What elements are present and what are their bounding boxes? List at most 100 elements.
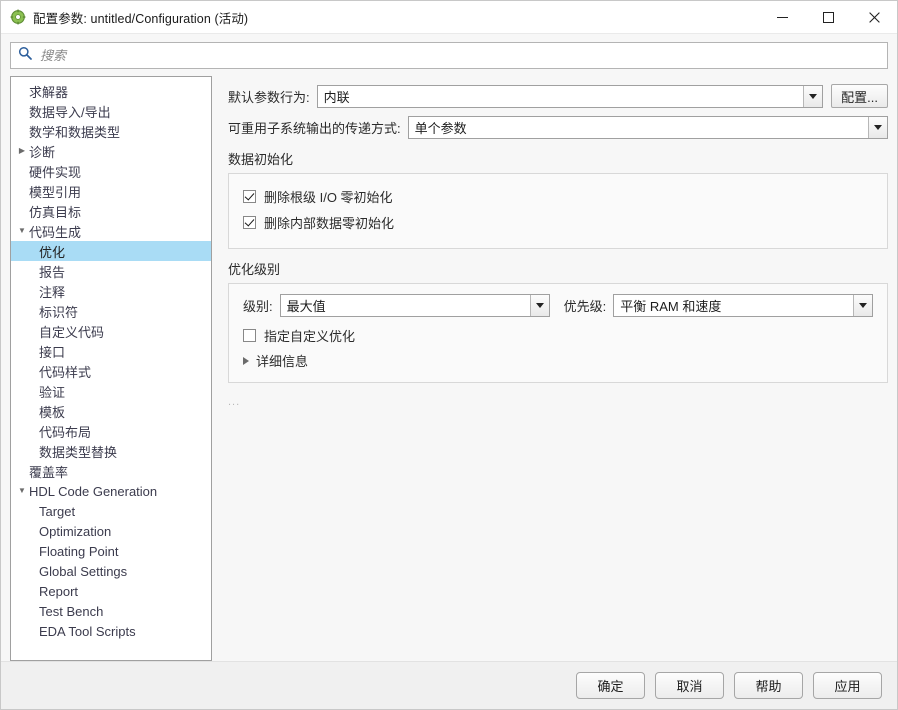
help-button[interactable]: 帮助 — [734, 672, 803, 699]
sidebar-item-label: 数据类型替换 — [39, 444, 118, 460]
sidebar-item[interactable]: 数据导入/导出 — [11, 101, 211, 121]
details-disclosure[interactable]: 详细信息 — [243, 351, 873, 370]
sidebar-item[interactable]: 模型引用 — [11, 181, 211, 201]
remove-root-io-zero-init-row[interactable]: 删除根级 I/O 零初始化 — [243, 184, 873, 208]
sidebar-item[interactable]: 优化 — [11, 241, 211, 261]
remove-internal-data-zero-init-row[interactable]: 删除内部数据零初始化 — [243, 210, 873, 234]
specify-custom-optimizations-label: 指定自定义优化 — [264, 328, 356, 344]
default-parameter-behavior-value: 内联 — [323, 89, 350, 105]
cancel-button[interactable]: 取消 — [655, 672, 724, 699]
chevron-down-icon[interactable] — [853, 295, 872, 316]
priority-select[interactable]: 平衡 RAM 和速度 — [613, 294, 873, 317]
sidebar-item[interactable]: 代码样式 — [11, 361, 211, 381]
search-box[interactable] — [10, 42, 888, 69]
optimization-level-group-title: 优化级别 — [228, 262, 281, 277]
sidebar-item-label: Report — [39, 583, 79, 599]
ok-button[interactable]: 确定 — [576, 672, 645, 699]
remove-root-io-zero-init-checkbox[interactable] — [243, 189, 256, 203]
chevron-down-icon[interactable] — [868, 117, 887, 138]
sidebar-item[interactable]: Target — [11, 501, 211, 521]
default-parameter-behavior-label: 默认参数行为: — [228, 89, 310, 105]
sidebar-item[interactable]: 自定义代码 — [11, 321, 211, 341]
sidebar-item-label: 报告 — [39, 264, 66, 280]
sidebar-item-label: 覆盖率 — [29, 464, 69, 480]
title-bar: 配置参数: untitled/Configuration (活动) — [1, 1, 897, 34]
search-row — [1, 34, 897, 76]
specify-custom-optimizations-checkbox[interactable] — [243, 328, 256, 342]
sidebar-item-label: Target — [39, 503, 76, 519]
sidebar-item[interactable]: 验证 — [11, 381, 211, 401]
data-initialization-group-title: 数据初始化 — [228, 152, 294, 167]
sidebar-item[interactable]: EDA Tool Scripts — [11, 621, 211, 641]
priority-label: 优先级: — [563, 299, 607, 314]
chevron-down-icon[interactable] — [529, 295, 549, 316]
chevron-right-icon — [243, 356, 249, 365]
sidebar-item[interactable]: 模板 — [11, 401, 211, 421]
sidebar-item-label: 标识符 — [39, 304, 79, 320]
chevron-right-icon[interactable]: ▶ — [15, 147, 29, 155]
sidebar-item-label: EDA Tool Scripts — [39, 623, 136, 639]
sidebar-item[interactable]: 数学和数据类型 — [11, 121, 211, 141]
sidebar-item-label: 数据导入/导出 — [29, 104, 111, 120]
sidebar-item[interactable]: Report — [11, 581, 211, 601]
window-title: 配置参数: untitled/Configuration (活动) — [33, 11, 249, 26]
default-parameter-behavior-select[interactable]: 内联 — [316, 84, 824, 108]
level-value: 最大值 — [286, 299, 326, 314]
sidebar-item[interactable]: Optimization — [11, 521, 211, 541]
sidebar-item[interactable]: 求解器 — [11, 81, 211, 101]
settings-tree[interactable]: 求解器 数据导入/导出 数学和数据类型 ▶ 诊断 硬件实现 模型引用 仿真目标 ▼ 代码生成 优化报… — [10, 76, 212, 661]
sidebar-item-label: 优化 — [39, 244, 66, 260]
sidebar-item-label: 验证 — [39, 384, 66, 400]
sidebar-item-label: 诊断 — [29, 144, 56, 160]
sidebar-item-label: 注释 — [39, 284, 66, 300]
sidebar-item[interactable]: 数据类型替换 — [11, 441, 211, 461]
sidebar-item[interactable]: 硬件实现 — [11, 161, 211, 181]
level-priority-row: 级别: 最大值 优先级: 平衡 RAM 和速度 — [243, 294, 873, 317]
close-button[interactable] — [851, 1, 897, 34]
apply-button[interactable]: 应用 — [813, 672, 882, 699]
sidebar-item[interactable]: ▶ 诊断 — [11, 141, 211, 161]
sidebar-item-label: 硬件实现 — [29, 164, 82, 180]
sidebar-item[interactable]: Global Settings — [11, 561, 211, 581]
sidebar-item[interactable]: Floating Point — [11, 541, 211, 561]
maximize-button[interactable] — [805, 1, 851, 34]
sidebar-item[interactable]: ▼ 代码生成 — [11, 221, 211, 241]
sidebar-item-label: 仿真目标 — [29, 204, 82, 220]
sidebar-item-label: 求解器 — [29, 84, 69, 100]
level-select[interactable]: 最大值 — [279, 294, 550, 317]
sidebar-item-label: Optimization — [39, 523, 112, 539]
specify-custom-optimizations-row[interactable]: 指定自定义优化 — [243, 323, 873, 347]
sidebar-item[interactable]: 仿真目标 — [11, 201, 211, 221]
config-parameters-window: 配置参数: untitled/Configuration (活动) 搜索 求解器… — [0, 0, 898, 710]
sidebar-item-label: 代码样式 — [39, 364, 92, 380]
overflow-indicator: ... — [228, 396, 241, 408]
sidebar-item-label: 接口 — [39, 344, 66, 360]
remove-internal-data-zero-init-label: 删除内部数据零初始化 — [264, 215, 395, 231]
search-input[interactable] — [38, 47, 880, 64]
chevron-down-icon[interactable] — [803, 85, 823, 107]
sidebar-item[interactable]: Test Bench — [11, 601, 211, 621]
sidebar-item[interactable]: 注释 — [11, 281, 211, 301]
remove-root-io-zero-init-label: 删除根级 I/O 零初始化 — [264, 189, 393, 205]
sidebar-item[interactable]: 代码布局 — [11, 421, 211, 441]
minimize-button[interactable] — [759, 1, 805, 34]
reusable-subsystem-output-row: 可重用子系统输出的传递方式: 单个参数 — [228, 116, 888, 139]
reusable-subsystem-output-select[interactable]: 单个参数 — [407, 116, 888, 139]
priority-value: 平衡 RAM 和速度 — [620, 299, 722, 314]
sidebar-item-label: 数学和数据类型 — [29, 124, 121, 140]
reusable-subsystem-output-value: 单个参数 — [414, 121, 467, 136]
chevron-down-icon[interactable]: ▼ — [15, 487, 29, 495]
sidebar-item[interactable]: 标识符 — [11, 301, 211, 321]
sidebar-item[interactable]: 覆盖率 — [11, 461, 211, 481]
reusable-subsystem-output-label: 可重用子系统输出的传递方式: — [228, 121, 401, 136]
remove-internal-data-zero-init-checkbox[interactable] — [243, 215, 256, 229]
sidebar-item[interactable]: ▼ HDL Code Generation — [11, 481, 211, 501]
sidebar-item[interactable]: 接口 — [11, 341, 211, 361]
configure-button[interactable]: 配置... — [831, 84, 888, 108]
sidebar-item[interactable]: 报告 — [11, 261, 211, 281]
optimization-level-panel: 级别: 最大值 优先级: 平衡 RAM 和速度 指定自定义优化 详细信息 — [228, 283, 888, 383]
simulink-config-icon — [10, 9, 26, 25]
chevron-down-icon[interactable]: ▼ — [15, 227, 29, 235]
sidebar-item-label: 代码生成 — [29, 224, 82, 240]
sidebar-item-label: 代码布局 — [39, 424, 92, 440]
